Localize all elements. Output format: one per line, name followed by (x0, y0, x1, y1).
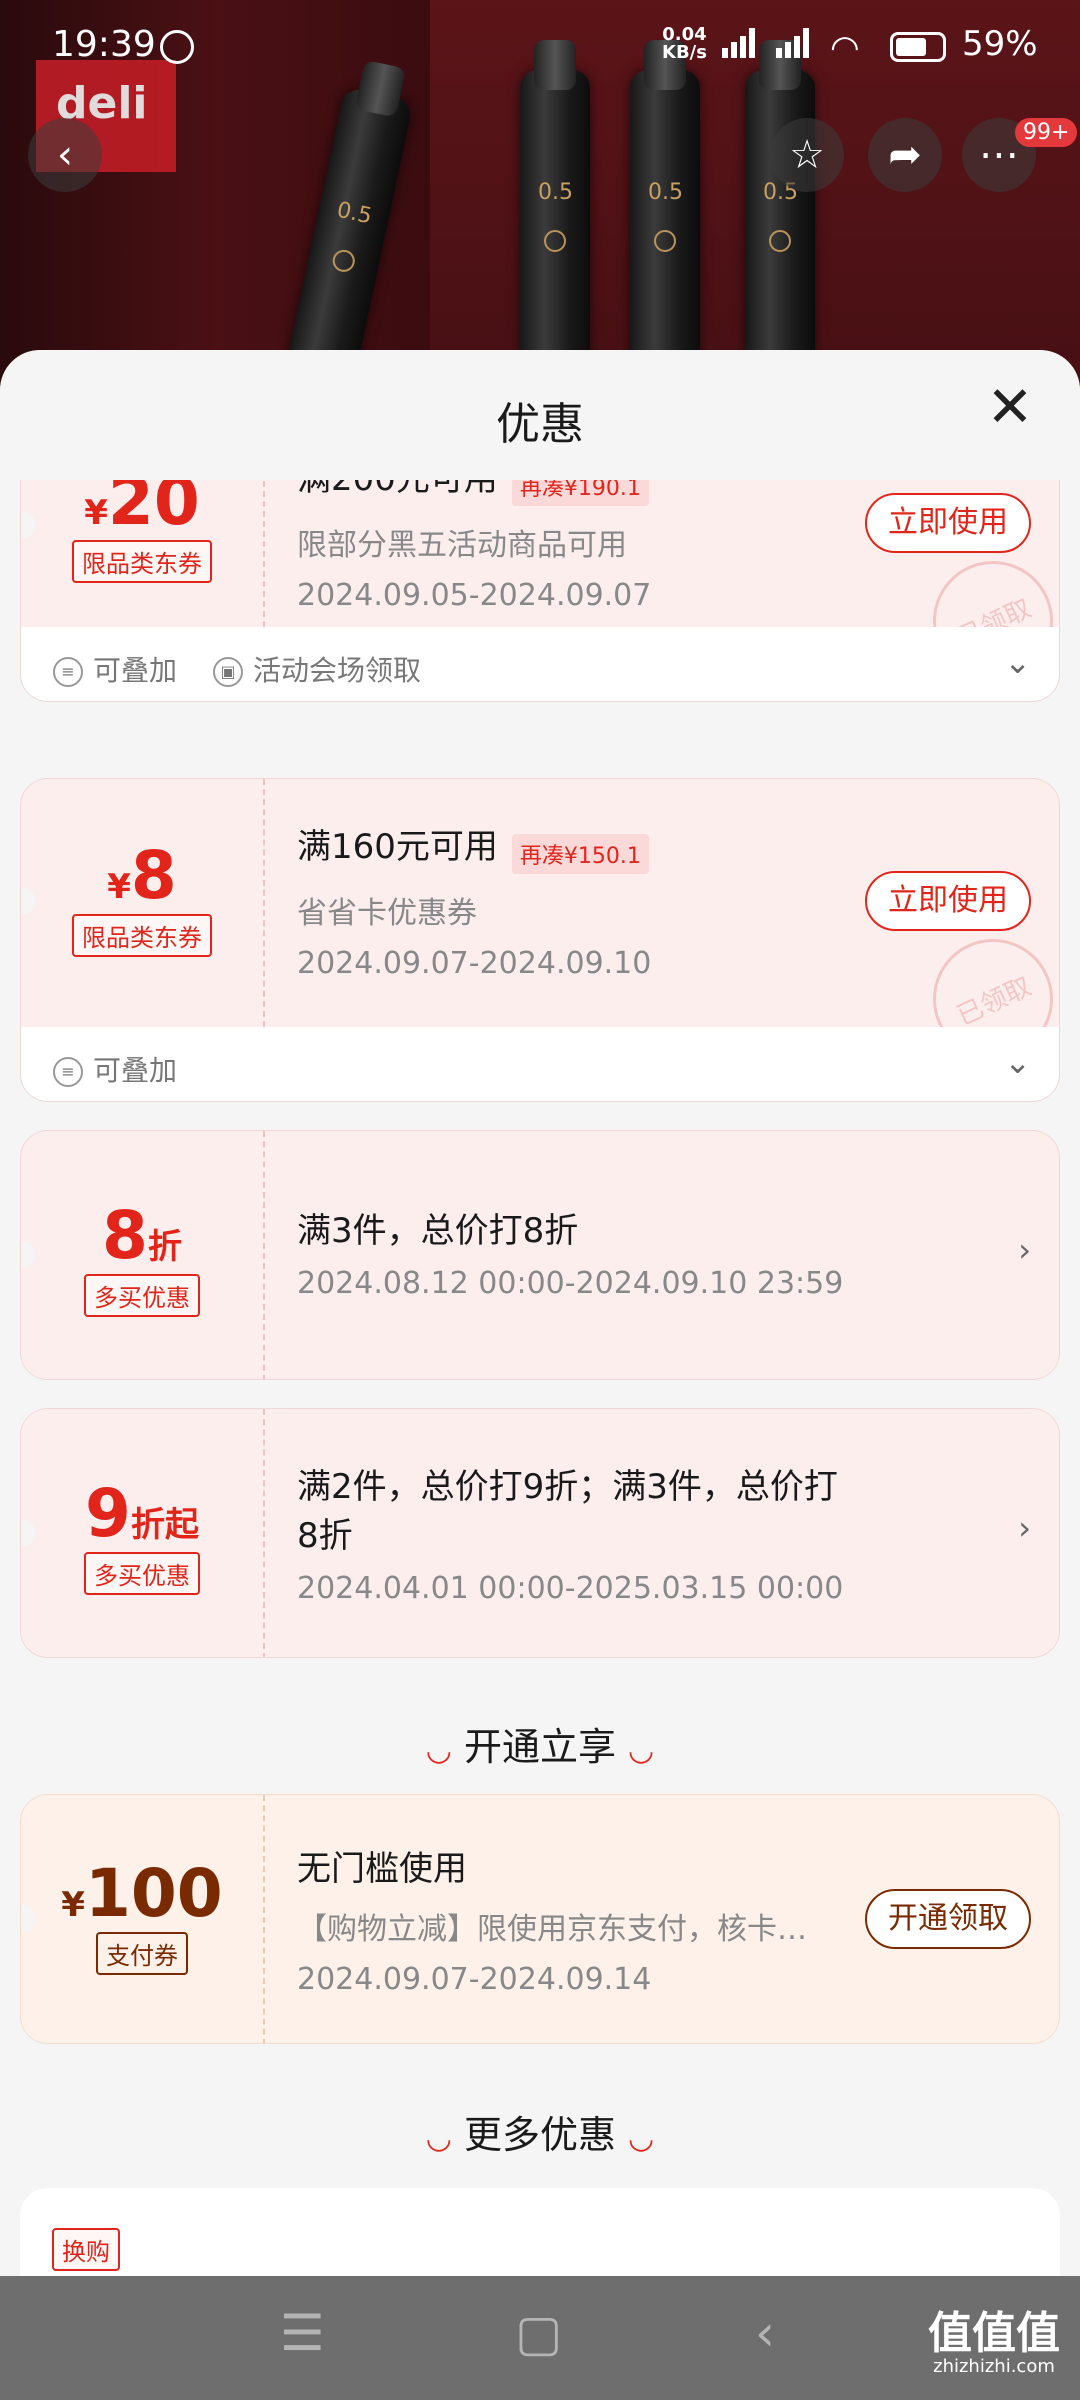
coupon-description: 【购物立减】限使用京东支付，核卡… (297, 1912, 807, 1947)
payment-coupon-card: ¥100 支付券 无门槛使用 【购物立减】限使用京东支付，核卡… 2024.09… (20, 1794, 1060, 2044)
use-now-button[interactable]: 立即使用 (865, 493, 1031, 553)
coupon-footer[interactable]: ≡ 可叠加 ▣ 活动会场领取 ⌄ (21, 627, 1059, 701)
signal-icon (776, 28, 812, 62)
discount-card[interactable]: 9折起 多买优惠 满2件，总价打9折；满3件，总价打 8折 2024.04.01… (20, 1408, 1060, 1658)
coupon-footer[interactable]: ≡ 可叠加 ⌄ (21, 1027, 1059, 1101)
coupon-description: 省省卡优惠券 (297, 895, 477, 931)
battery-percent: 59% (962, 24, 1038, 64)
coupon-card: ¥20 限品类东券 满200元可用再凑¥190.1 限部分黑五活动商品可用 20… (20, 450, 1060, 702)
status-bar: 19:39 0.04 KB/s ◠ 59% (0, 0, 1080, 92)
menu-icon[interactable]: ☰ (280, 2304, 325, 2362)
coupon-date: 2024.09.05-2024.09.07 (297, 577, 652, 613)
close-button[interactable]: ✕ (982, 380, 1038, 436)
system-nav-bar: ☰ ▢ ‹ (0, 2276, 1080, 2400)
coupon-type-tag: 多买优惠 (84, 1274, 200, 1317)
section-header-open: ◡ 开通立享 ◡ (425, 1725, 655, 1769)
coupon-amount: 8 (130, 837, 177, 914)
coupon-condition-line2: 8折 (297, 1516, 353, 1556)
section-header-more: ◡ 更多优惠 ◡ (425, 2113, 655, 2157)
battery-icon (890, 32, 946, 62)
stack-icon: ≡ (53, 1057, 83, 1087)
coupon-date: 2024.09.07-2024.09.14 (297, 1962, 652, 1997)
coupon-card: ¥8 限品类东券 满160元可用 再凑¥150.1 省省卡优惠券 2024.09.… (20, 778, 1060, 1102)
stack-icon: ≡ (53, 657, 83, 687)
favorite-button[interactable]: ☆ (770, 118, 844, 192)
message-count-badge: 99+ (1015, 118, 1078, 147)
chevron-down-icon[interactable]: ⌄ (1004, 1043, 1031, 1081)
coupon-gap-tag: 再凑¥150.1 (511, 833, 649, 874)
use-now-button[interactable]: 立即使用 (865, 871, 1031, 931)
chevron-right-icon[interactable]: › (1018, 1231, 1031, 1269)
net-speed: 0.04 KB/s (662, 24, 707, 63)
coupon-type-tag: 限品类东券 (72, 540, 212, 583)
wifi-icon: ◠ (830, 28, 860, 68)
home-icon[interactable]: ▢ (515, 2304, 562, 2362)
coupon-type-tag: 支付券 (96, 1932, 188, 1975)
sheet-title: 优惠 (496, 399, 584, 450)
coupon-date: 2024.08.12 00:00-2024.09.10 23:59 (297, 1266, 844, 1301)
coupon-type-tag: 多买优惠 (84, 1552, 200, 1595)
coupon-condition: 满160元可用 (297, 827, 498, 867)
chevron-down-icon[interactable]: ⌄ (1004, 643, 1031, 681)
discount-value: 8 (102, 1197, 148, 1274)
coupon-amount: 100 (84, 1855, 223, 1932)
back-button[interactable]: ‹ (28, 118, 102, 192)
watermark: 值值值 zhizhizhi.com (928, 2308, 1060, 2378)
sheet-header: 优惠 ✕ (0, 350, 1080, 480)
coupon-condition: 满3件，总价打8折 (297, 1211, 579, 1251)
coupon-type-tag: 限品类东券 (72, 914, 212, 957)
back-icon[interactable]: ‹ (755, 2304, 775, 2362)
coupon-sheet: ¥20 限品类东券 满200元可用再凑¥190.1 限部分黑五活动商品可用 20… (0, 350, 1080, 2400)
exchange-tag: 换购 (52, 2228, 120, 2271)
activate-claim-button[interactable]: 开通领取 (865, 1889, 1031, 1949)
chevron-right-icon[interactable]: › (1018, 1509, 1031, 1547)
signal-icon (722, 28, 758, 62)
coupon-date: 2024.04.01 00:00-2025.03.15 00:00 (297, 1571, 844, 1606)
coupon-date: 2024.09.07-2024.09.10 (297, 945, 652, 981)
coupon-description: 限部分黑五活动商品可用 (297, 527, 627, 563)
clock-icon (160, 30, 194, 64)
coupon-condition: 满2件，总价打9折；满3件，总价打 (297, 1467, 838, 1507)
ticket-icon: ▣ (213, 657, 243, 687)
status-time: 19:39 (52, 24, 156, 65)
coupon-condition: 无门槛使用 (297, 1849, 467, 1889)
discount-value: 9 (85, 1475, 131, 1552)
discount-card[interactable]: 8折 多买优惠 满3件，总价打8折 2024.08.12 00:00-2024.… (20, 1130, 1060, 1380)
share-button[interactable]: ➦ (868, 118, 942, 192)
